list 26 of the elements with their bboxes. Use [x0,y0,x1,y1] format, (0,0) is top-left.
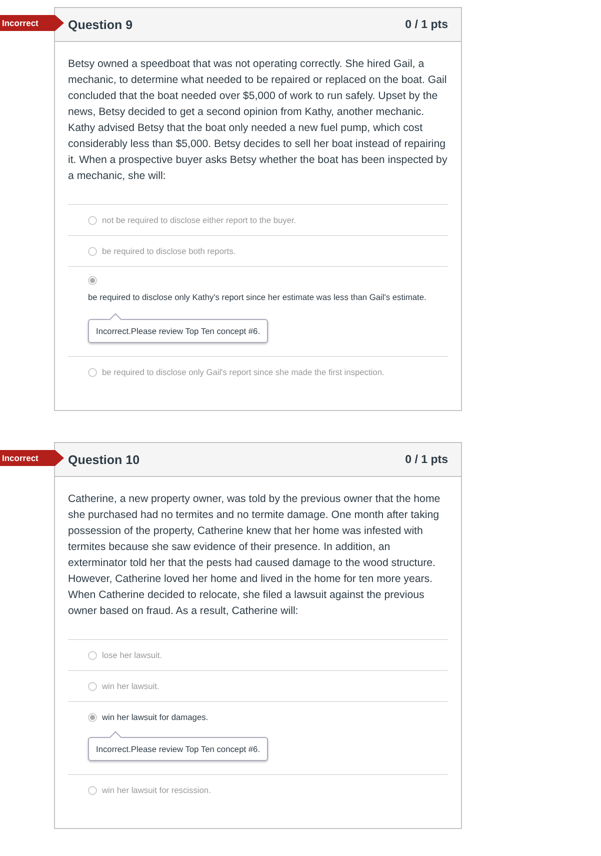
feedback-callout: Incorrect.Please review Top Ten concept #6. [88,314,268,343]
feedback-callout: Incorrect.Please review Top Ten concept #6. [88,732,268,761]
radio-button[interactable] [88,712,97,722]
question-title: Question 9 [68,18,133,32]
radio-button[interactable] [88,650,97,660]
answer-text: not be required to disclose either report to the buyer. [102,214,296,226]
question-text: Catherine, a new property owner, was told by the previous owner that the home she purchased had no termites and no termite damage. One month after taking possession of the property, Catherine knew that her home was infested with termites because she saw evidence of their presence. In addition, an exterminator told her that the pests had caused damage to the wood structure. However, Catherine loved her home and lived in the home for ten more years. When Catherine decided to relocate, she filed a lawsuit against the previous owner based on fraud. As a result, Catherine will: [68,492,442,619]
points-label: 0 / 1 pts [405,18,448,30]
question-title: Question 10 [68,452,140,466]
answer-text: lose her lawsuit. [102,649,162,661]
answer-text: win her lawsuit for rescission. [102,784,211,796]
radio-button[interactable] [88,786,97,794]
radio-button[interactable] [88,682,97,690]
radio-button[interactable] [88,276,97,285]
incorrect-badge: Incorrect [0,15,64,31]
radio-button[interactable] [88,216,97,224]
answer-text: be required to disclose both reports. [102,245,236,257]
radio-button[interactable] [88,246,97,256]
question-text: Betsy owned a speedboat that was not operating correctly. She hired Gail, a mechanic, to determine what needed to be repaired or replaced on the boat. Gail concluded that the boat needed over $5,000 of work to run safely. Upset by the news, Betsy decided to get a second opinion from Kathy, another mechanic. Kathy advised Betsy that the boat only needed a new fuel pump, which cost considerably less than $5,000. Betsy decides to sell her boat instead of repairing it. When a prospective buyer asks Betsy whether the boat has been inspected by a mechanic, she will: [68,57,448,184]
answer-text: be required to disclose only Kathy's report since her estimate was less than Gail's estimate. [88,292,426,302]
answer-text: be required to disclose only Gail's report since she made the first inspection. [102,366,384,378]
answer-text: win her lawsuit for damages. [102,711,208,723]
answer-text: win her lawsuit. [102,680,160,692]
radio-button[interactable] [88,368,97,376]
incorrect-badge: Incorrect [0,450,64,466]
points-label: 0 / 1 pts [405,454,448,466]
